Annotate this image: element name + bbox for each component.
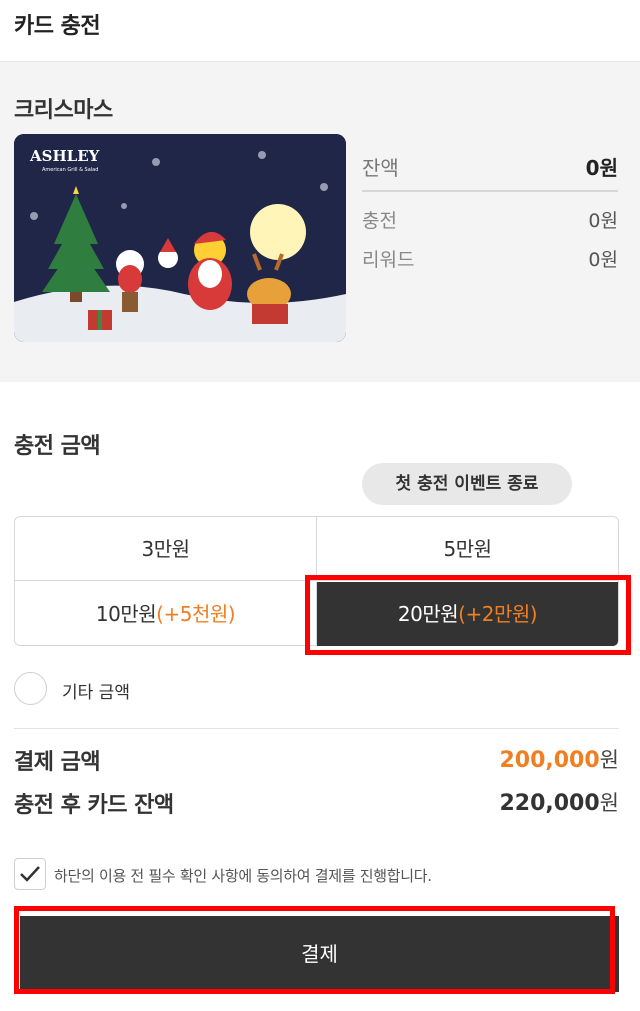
- card-name: 크리스마스: [14, 98, 113, 123]
- charge-value: 0원: [588, 210, 618, 232]
- balance-value: 0원: [585, 156, 618, 180]
- charge-amount-title: 충전 금액: [14, 434, 101, 459]
- payment-amount-row: 결제 금액 200,000원: [14, 744, 619, 778]
- payment-amount-number: 200,000: [499, 748, 600, 773]
- agreement-label: 하단의 이용 전 필수 확인 사항에 동의하여 결제를 진행합니다.: [54, 867, 432, 885]
- balance-after-row: 충전 후 카드 잔액 220,000원: [14, 787, 619, 821]
- currency-unit: 원: [599, 748, 619, 772]
- gift-box-icon: [88, 310, 112, 330]
- page-title: 카드 충전: [14, 14, 101, 39]
- balance-after-value: 220,000원: [499, 787, 619, 817]
- event-badge: 첫 충전 이벤트 종료: [362, 463, 572, 505]
- app-header: 카드 충전: [0, 0, 640, 62]
- svg-text:American Grill & Salad: American Grill & Salad: [42, 167, 98, 173]
- christmas-card-illustration: ASHLEY American Grill & Salad: [14, 134, 346, 342]
- moon-shape: [250, 204, 306, 260]
- checkmark-icon: [20, 866, 40, 882]
- amount-option-200000-selected[interactable]: 20만원(+2만원): [317, 582, 618, 646]
- payment-amount-value: 200,000원: [499, 744, 619, 774]
- balance-divider: [362, 190, 618, 192]
- balance-after-number: 220,000: [499, 791, 600, 816]
- amount-option-50000[interactable]: 5만원: [317, 517, 618, 581]
- bonus-label: (+5천원): [156, 602, 236, 626]
- charge-label: 충전: [362, 210, 397, 232]
- balance-row-charge: 충전 0원: [362, 206, 618, 236]
- amount-option-30000[interactable]: 3만원: [15, 517, 317, 581]
- balance-row-reward: 리워드 0원: [362, 245, 618, 275]
- amount-label: 20만원: [397, 602, 459, 626]
- balance-after-label: 충전 후 카드 잔액: [14, 793, 174, 818]
- amount-label: 10만원: [95, 602, 157, 626]
- balance-row-total: 잔액 0원: [362, 152, 618, 182]
- amount-label: 3만원: [141, 537, 190, 561]
- card-brand-logo: ASHLEY: [29, 147, 100, 165]
- card-section: 크리스마스 ASHLEY American Grill & Salad 잔액 0…: [0, 62, 640, 382]
- amount-option-100000[interactable]: 10만원(+5천원): [15, 582, 317, 646]
- reward-label: 리워드: [362, 249, 415, 271]
- amount-options: 3만원 5만원 10만원(+5천원) 20만원(+2만원): [14, 516, 619, 646]
- radio-button[interactable]: [14, 672, 47, 705]
- amount-label: 5만원: [443, 537, 492, 561]
- bonus-label: (+2만원): [458, 602, 538, 626]
- balance-label: 잔액: [362, 156, 399, 180]
- pay-button[interactable]: 결제: [20, 916, 619, 992]
- payment-amount-label: 결제 금액: [14, 750, 101, 775]
- card-image: ASHLEY American Grill & Salad: [14, 134, 346, 342]
- reward-value: 0원: [588, 249, 618, 271]
- other-amount-label: 기타 금액: [62, 683, 130, 703]
- currency-unit: 원: [599, 791, 619, 815]
- section-divider: [14, 728, 619, 729]
- agreement-checkbox[interactable]: [14, 858, 46, 890]
